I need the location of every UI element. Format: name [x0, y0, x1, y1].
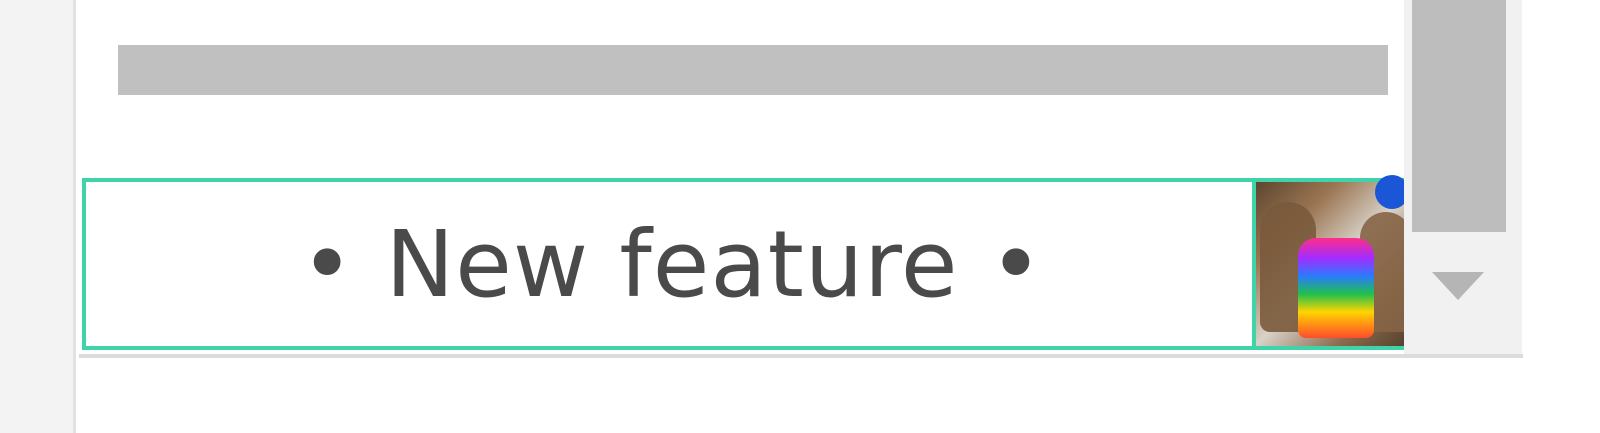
list-item-label: • New feature •: [299, 210, 1045, 318]
scrollbar-thumb[interactable]: [1412, 0, 1506, 232]
thumbnail-pinata: [1298, 238, 1374, 338]
list-item-new-feature[interactable]: • New feature •: [82, 178, 1422, 350]
loading-placeholder: [118, 45, 1388, 95]
chevron-down-icon[interactable]: [1432, 272, 1484, 300]
left-gutter: [0, 0, 76, 433]
list-divider: [79, 354, 1523, 358]
